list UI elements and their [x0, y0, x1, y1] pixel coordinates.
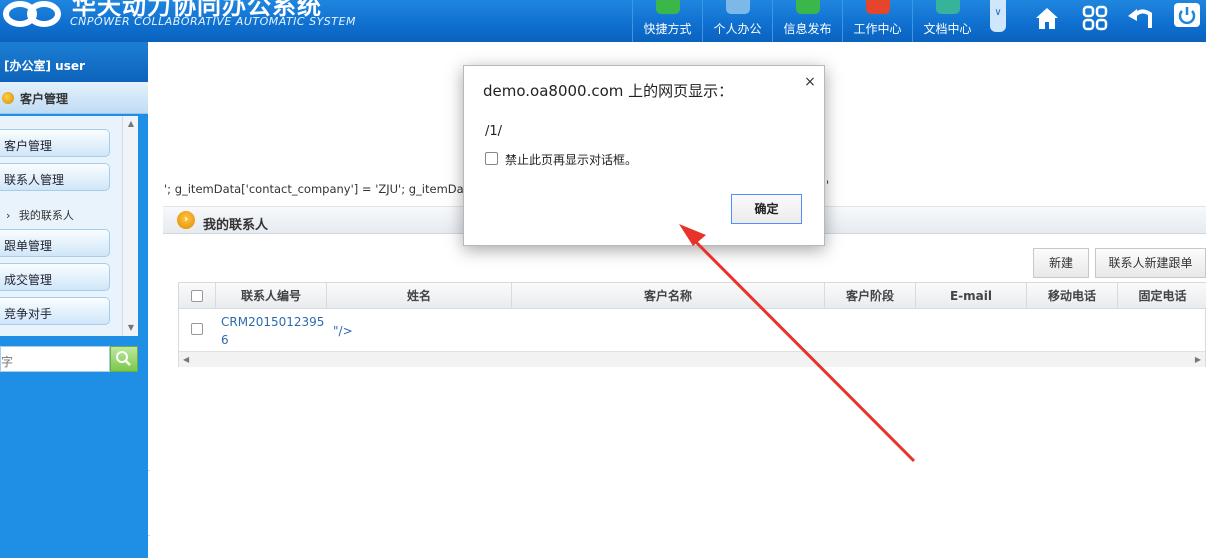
scroll-right-icon[interactable]: ▶ [1195, 355, 1201, 364]
sidebar-item-deal-management[interactable]: 成交管理 [0, 263, 110, 291]
scroll-left-icon[interactable]: ◀ [183, 355, 189, 364]
column-header[interactable]: 客户名称 [512, 283, 825, 309]
scroll-down-icon[interactable]: ▼ [123, 320, 139, 336]
person-icon [726, 0, 750, 14]
nav-personal-office[interactable]: 个人办公 [702, 0, 772, 42]
sidebar-item-label: 客户管理 [4, 139, 53, 153]
table-header: 联系人编号 姓名 客户名称 客户阶段 E-mail 移动电话 固定电话 [179, 283, 1206, 309]
paper-plane-icon [656, 0, 680, 14]
sidebar-menu: 客户管理 联系人管理 › 我的联系人 跟单管理 成交管理 竞争对手 [0, 116, 138, 336]
sidebar-category-customer[interactable]: 客户管理 [0, 82, 148, 114]
back-arrow-icon[interactable] [1126, 4, 1156, 32]
table-hscrollbar[interactable]: ◀ ▶ [179, 351, 1205, 367]
sidebar-item-label: 成交管理 [4, 273, 53, 287]
home-icon[interactable] [1032, 4, 1062, 32]
sidebar-item-followup-management[interactable]: 跟单管理 [0, 229, 110, 257]
close-icon[interactable]: × [802, 74, 818, 90]
column-header[interactable]: E-mail [916, 283, 1027, 309]
sidebar-item-label: 我的联系人 [18, 209, 74, 222]
contact-id-line1: CRM2015012395 [221, 315, 325, 329]
category-bullet-icon [2, 92, 14, 104]
column-header[interactable]: 联系人编号 [216, 283, 327, 309]
nav-shortcuts[interactable]: 快捷方式 [632, 0, 702, 42]
contact-id-link[interactable]: CRM2015012395 6 [221, 313, 324, 349]
chevron-right-icon: › [6, 209, 11, 222]
nav-document-center[interactable]: 文档中心 [912, 0, 982, 42]
leaked-script-tail: ' [826, 178, 830, 192]
sidebar-subitem-my-contacts[interactable]: › 我的联系人 [0, 202, 112, 224]
power-icon[interactable] [1172, 2, 1202, 30]
contact-id-line2: 6 [221, 333, 229, 347]
column-header[interactable]: 固定电话 [1118, 283, 1206, 309]
sidebar-item-contact-management[interactable]: 联系人管理 [0, 163, 110, 191]
sidebar: [办公室] user 客户管理 客户管理 联系人管理 › 我的联系人 跟单管理 … [0, 42, 148, 558]
table-row: CRM2015012395 6 "/> [179, 309, 1206, 351]
suppress-dialogs-label[interactable]: 禁止此页再显示对话框。 [505, 151, 637, 168]
nav-label: 个人办公 [713, 22, 762, 36]
sidebar-item-label: 竞争对手 [4, 307, 53, 321]
new-button[interactable]: 新建 [1033, 248, 1089, 278]
column-header[interactable]: 姓名 [327, 283, 512, 309]
row-checkbox[interactable] [191, 323, 203, 335]
nav-label: 信息发布 [783, 22, 832, 36]
new-followup-button[interactable]: 联系人新建跟单 [1095, 248, 1206, 278]
sidebar-item-label: 联系人管理 [4, 173, 65, 187]
app-header: 华天动力协同办公系统 CNPOWER COLLABORATIVE AUTOMAT… [0, 0, 1206, 42]
column-header[interactable]: 客户阶段 [825, 283, 916, 309]
sidebar-scrollbar[interactable]: ▲ ▼ [122, 116, 138, 336]
scroll-up-icon[interactable]: ▲ [123, 116, 139, 132]
sidebar-item-competitors[interactable]: 竞争对手 [0, 297, 110, 325]
contact-name-link[interactable]: "/> [333, 322, 353, 340]
apps-grid-icon[interactable] [1080, 4, 1110, 32]
search-button[interactable] [110, 346, 138, 372]
top-nav: 快捷方式 个人办公 信息发布 工作中心 文档中心 [632, 0, 982, 42]
nav-label: 文档中心 [923, 22, 972, 36]
star-icon [866, 0, 890, 14]
nav-label: 工作中心 [853, 22, 902, 36]
alert-dialog: demo.oa8000.com 上的网页显示： × /1/ 禁止此页再显示对话框… [463, 65, 825, 246]
sidebar-category-label: 客户管理 [20, 92, 69, 106]
contacts-table: 联系人编号 姓名 客户名称 客户阶段 E-mail 移动电话 固定电话 CRM2… [178, 282, 1206, 367]
logo-icon [3, 1, 61, 27]
document-icon [936, 0, 960, 14]
dialog-title: demo.oa8000.com 上的网页显示： [483, 82, 734, 100]
leaked-script-text: '; g_itemData['contact_company'] = 'ZJU'… [164, 182, 476, 196]
nav-info-publish[interactable]: 信息发布 [772, 0, 842, 42]
sidebar-user: [办公室] user [0, 42, 148, 82]
section-title: 我的联系人 [203, 218, 269, 233]
select-all-checkbox[interactable] [191, 290, 203, 302]
sidebar-search-input[interactable] [0, 346, 110, 372]
chevron-right-icon: › [177, 211, 195, 229]
dialog-message: /1/ [485, 124, 503, 139]
sidebar-item-customer-management[interactable]: 客户管理 [0, 129, 110, 157]
suppress-dialogs-checkbox[interactable] [485, 152, 498, 165]
chat-bubble-icon [796, 0, 820, 14]
nav-work-center[interactable]: 工作中心 [842, 0, 912, 42]
select-all-cell [179, 283, 216, 309]
nav-scroll-button[interactable]: ∨ [990, 0, 1006, 32]
column-header[interactable]: 移动电话 [1027, 283, 1118, 309]
ok-button[interactable]: 确定 [731, 194, 802, 224]
nav-label: 快捷方式 [643, 22, 692, 36]
sidebar-item-label: 跟单管理 [4, 239, 53, 253]
search-icon [116, 351, 131, 366]
brand-subtitle: CNPOWER COLLABORATIVE AUTOMATIC SYSTEM [70, 15, 356, 28]
